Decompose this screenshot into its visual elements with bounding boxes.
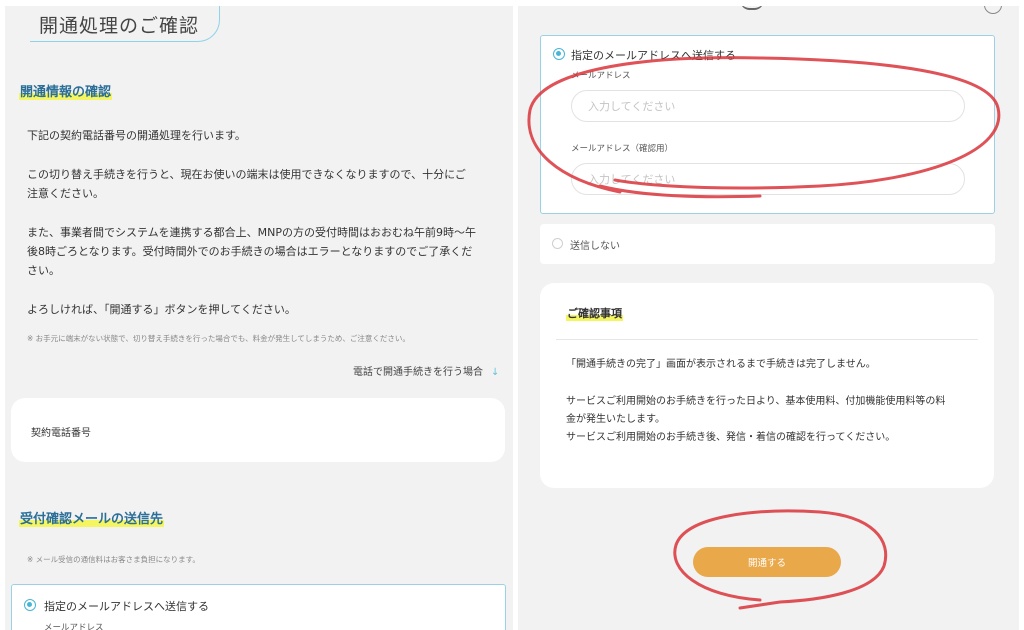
radio-selected-icon[interactable] (553, 48, 565, 60)
send-to-email-label: 指定のメールアドレスへ送信する (571, 49, 736, 62)
radio-unselected-icon[interactable] (552, 238, 563, 249)
phone-activation-link[interactable]: 電話で開通手続きを行う場合 ↓ (353, 363, 499, 378)
note-no-device: ※ お手元に端末がない状態で、切り替え手続きを行った場合でも、料金が発生してしま… (27, 334, 410, 343)
send-to-email-label: 指定のメールアドレスへ送信する (44, 600, 209, 613)
email-confirm-input[interactable] (571, 163, 965, 195)
confirmation-line-3: 金が発生いたします。 (566, 414, 665, 425)
confirmation-heading: ご確認事項 (566, 305, 623, 321)
right-screenshot-panel: 指定のメールアドレスへ送信する メールアドレス メールアドレス（確認用） 送信し… (518, 6, 1019, 630)
left-screenshot-panel: 開通処理のご確認 開通情報の確認 下記の契約電話番号の開通処理を行います。 この… (5, 6, 513, 630)
header-logo-icon (740, 6, 764, 10)
contract-number-label: 契約電話番号 (31, 428, 91, 439)
paragraph-warning-line1: この切り替え手続きを行うと、現在お使いの端末は使用できなくなりますので、十分にご (27, 168, 466, 181)
section-heading-mail-destination: 受付確認メールの送信先 (19, 508, 165, 527)
email-confirm-field-label: メールアドレス（確認用） (571, 144, 674, 154)
email-input[interactable] (571, 90, 965, 122)
radio-selected-icon[interactable] (24, 599, 36, 611)
paragraph-intro: 下記の契約電話番号の開通処理を行います。 (27, 129, 246, 142)
confirmation-divider (556, 339, 978, 340)
paragraph-hours-line3: さい。 (27, 264, 60, 277)
activate-button[interactable]: 開通する (693, 547, 841, 577)
contract-number-card: 契約電話番号 (11, 398, 505, 462)
paragraph-press-button: よろしければ、「開通する」ボタンを押してください。 (27, 303, 296, 316)
no-send-option-card[interactable]: 送信しない (540, 224, 995, 264)
help-icon[interactable] (984, 6, 1002, 14)
note-mail-fee: ※ メール受信の通信料はお客さま負担になります。 (27, 555, 200, 564)
no-send-label: 送信しない (570, 241, 620, 252)
phone-activation-link-label: 電話で開通手続きを行う場合 (353, 367, 483, 378)
section-heading-activation-info: 開通情報の確認 (19, 81, 113, 100)
confirmation-line-1: 「開通手続きの完了」画面が表示されるまで手続きは完了しません。 (566, 359, 876, 370)
confirmation-items-card: ご確認事項 「開通手続きの完了」画面が表示されるまで手続きは完了しません。 サー… (540, 283, 994, 488)
paragraph-hours-line2: 後8時ごろとなります。受付時間外でのお手続きの場合はエラーとなりますのでご了承く… (27, 245, 473, 258)
confirmation-line-4: サービスご利用開始のお手続き後、発信・着信の確認を行ってください。 (566, 432, 896, 443)
page-title: 開通処理のご確認 (39, 15, 200, 37)
paragraph-warning-line2: 注意ください。 (27, 187, 104, 200)
email-field-label: メールアドレス (44, 623, 104, 630)
send-to-email-option-card-right[interactable]: 指定のメールアドレスへ送信する メールアドレス メールアドレス（確認用） (540, 35, 995, 214)
email-field-label: メールアドレス (571, 71, 631, 81)
paragraph-hours-line1: また、事業者間でシステムを連携する都合上、MNPの方の受付時間はおおむね午前9時… (27, 226, 477, 239)
send-to-email-option-card[interactable]: 指定のメールアドレスへ送信する メールアドレス (11, 584, 506, 630)
confirmation-line-2: サービスご利用開始のお手続きを行った日より、基本使用料、付加機能使用料等の料 (566, 396, 946, 407)
arrow-down-icon: ↓ (491, 367, 500, 378)
